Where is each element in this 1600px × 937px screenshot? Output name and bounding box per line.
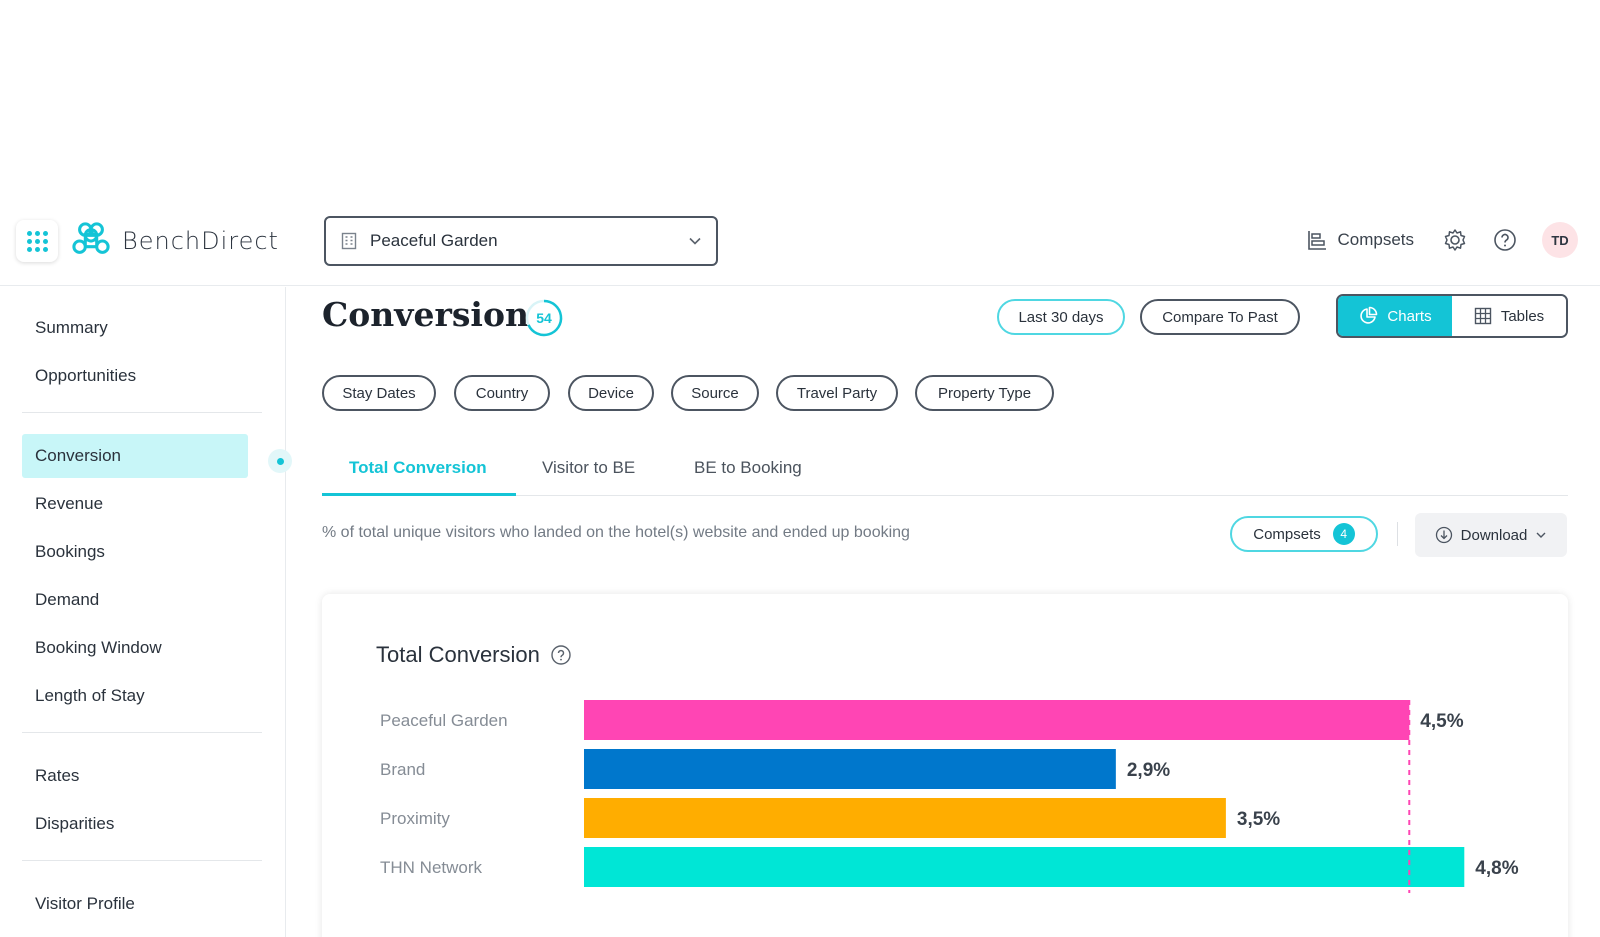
sidebar-item-opportunities[interactable]: Opportunities	[22, 354, 248, 398]
download-icon	[1435, 526, 1452, 544]
filter-device[interactable]: Device	[568, 375, 654, 411]
date-range-button[interactable]: Last 30 days	[997, 299, 1125, 335]
top-header: BenchDirect Peaceful Garden Compsets TD	[0, 208, 1600, 286]
metric-tabs: Total Conversion Visitor to BE BE to Boo…	[322, 440, 1568, 496]
bar-category-label: Proximity	[380, 809, 450, 828]
avatar[interactable]: TD	[1542, 222, 1578, 258]
tables-view-button[interactable]: Tables	[1452, 296, 1566, 336]
chart-card: Total Conversion Peaceful Garden 4,5% Bran…	[322, 594, 1568, 937]
compsets-link[interactable]: Compsets	[1306, 229, 1414, 251]
bar-brand[interactable]	[584, 749, 1116, 789]
compsets-icon	[1308, 231, 1327, 250]
bar-category-label: Brand	[380, 760, 425, 779]
filter-stay-dates[interactable]: Stay Dates	[322, 375, 436, 411]
chart-title-row: Total Conversion	[376, 642, 572, 668]
building-icon	[341, 232, 357, 250]
sidebar-item-length-of-stay[interactable]: Length of Stay	[22, 674, 248, 718]
filter-travel-party[interactable]: Travel Party	[776, 375, 898, 411]
property-select-value: Peaceful Garden	[370, 231, 498, 250]
filter-property-type[interactable]: Property Type	[915, 375, 1054, 411]
gear-icon[interactable]	[1442, 227, 1468, 253]
sidebar-item-demand[interactable]: Demand	[22, 578, 248, 622]
table-icon	[1474, 307, 1492, 325]
sidebar-divider	[22, 412, 262, 413]
filter-country[interactable]: Country	[454, 375, 550, 411]
tab-be-to-booking[interactable]: BE to Booking	[694, 440, 802, 496]
conversion-score-badge: 54	[524, 298, 564, 338]
pie-chart-icon	[1360, 306, 1378, 324]
tab-total-conversion[interactable]: Total Conversion	[349, 440, 487, 496]
sidebar: Summary Opportunities Conversion Revenue Boo…	[0, 287, 292, 937]
chart-title: Total Conversion	[376, 642, 540, 667]
sidebar-item-disparities[interactable]: Disparities	[22, 802, 248, 846]
compsets-filter-button[interactable]: Compsets 4	[1230, 516, 1378, 552]
bar-proximity[interactable]	[584, 798, 1226, 838]
bar-value-label: 4,8%	[1475, 858, 1518, 879]
apps-grid-icon[interactable]	[16, 220, 58, 262]
sidebar-item-revenue[interactable]: Revenue	[22, 482, 248, 526]
bar-value-label: 2,9%	[1127, 760, 1170, 781]
property-select[interactable]: Peaceful Garden	[324, 216, 718, 266]
help-icon[interactable]	[550, 644, 572, 666]
charts-view-button[interactable]: Charts	[1338, 296, 1452, 336]
compsets-filter-label: Compsets	[1253, 525, 1321, 543]
sidebar-divider	[22, 732, 262, 733]
sidebar-item-visitor-profile[interactable]: Visitor Profile	[22, 882, 248, 926]
chevron-down-icon	[689, 237, 701, 245]
compare-to-past-button[interactable]: Compare To Past	[1140, 299, 1300, 335]
bar-peaceful-garden[interactable]	[584, 700, 1410, 740]
bar-category-label: Peaceful Garden	[380, 711, 508, 730]
download-button[interactable]: Download	[1415, 513, 1567, 557]
divider	[1397, 522, 1398, 546]
header-actions: Compsets TD	[1306, 222, 1578, 258]
command-logo-icon	[72, 222, 110, 254]
bar-chart: Peaceful Garden 4,5% Brand 2,9% Proximity 3,5…	[380, 700, 1519, 893]
compsets-count-badge: 4	[1332, 523, 1355, 545]
brand-name: BenchDirect	[122, 227, 279, 255]
view-toggle: Charts Tables	[1336, 294, 1568, 338]
sidebar-item-summary[interactable]: Summary	[22, 306, 248, 350]
sidebar-item-booking-window[interactable]: Booking Window	[22, 626, 248, 670]
metric-description: % of total unique visitors who landed on…	[322, 524, 910, 541]
tables-view-label: Tables	[1500, 307, 1545, 325]
sidebar-item-rates[interactable]: Rates	[22, 754, 248, 798]
sidebar-item-conversion[interactable]: Conversion	[22, 434, 248, 478]
bar-value-label: 4,5%	[1420, 711, 1463, 732]
download-label: Download	[1460, 526, 1528, 544]
help-icon[interactable]	[1492, 227, 1518, 253]
sidebar-item-bookings[interactable]: Bookings	[22, 530, 248, 574]
compsets-link-label: Compsets	[1337, 230, 1414, 249]
charts-view-label: Charts	[1387, 307, 1432, 325]
bar-category-label: THN Network	[380, 858, 483, 877]
brand-logo[interactable]: BenchDirect	[72, 222, 279, 260]
page-title: Conversion	[322, 295, 529, 334]
sidebar-collapse-handle[interactable]	[268, 449, 292, 473]
tab-visitor-to-be[interactable]: Visitor to BE	[542, 440, 635, 496]
filter-source[interactable]: Source	[671, 375, 759, 411]
score-value: 54	[536, 310, 552, 326]
bar-thn-network[interactable]	[584, 847, 1465, 887]
active-tab-indicator	[322, 493, 516, 496]
sidebar-divider	[22, 860, 262, 861]
chevron-down-icon	[1536, 532, 1546, 538]
bar-value-label: 3,5%	[1237, 809, 1280, 830]
